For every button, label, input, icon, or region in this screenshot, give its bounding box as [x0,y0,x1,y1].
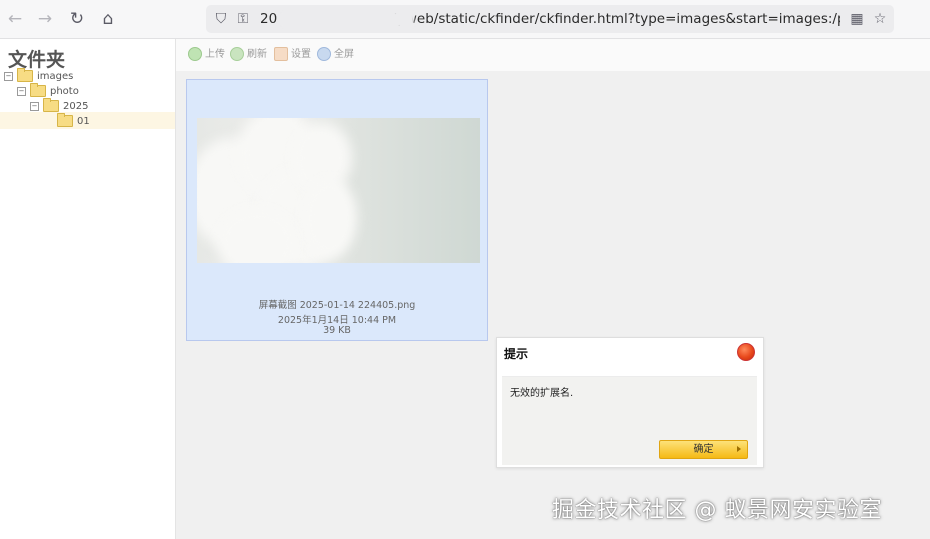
ok-button[interactable]: 确定 [659,440,748,459]
tree-item-label: photo [50,86,79,97]
tree-item-photo[interactable]: − photo [17,83,79,99]
folder-sidebar: 文件夹 − images − photo −2025 01 [0,39,176,539]
settings-pencil-icon [274,47,288,61]
qr-code-icon[interactable]: ▦ [848,10,866,28]
tree-item-2025[interactable]: − 2025 [30,98,89,114]
collapse-toggle-icon[interactable]: − [17,86,26,96]
file-item[interactable]: 屏幕截图 2025-01-14 224405.png 2025年1月14日 10… [186,79,488,341]
shield-icon[interactable]: ⛉ [212,10,230,28]
image-thumbnail[interactable] [197,118,480,263]
collapse-toggle-icon[interactable]: − [30,101,39,111]
tree-item-label: 2025 [63,101,89,112]
watermark-text: 掘金技术社区 @ 蚁景网安实验室 [552,498,882,523]
tree-item-images[interactable]: − images [4,68,74,84]
permissions-icon[interactable]: ⚿ [234,10,252,28]
file-name: 屏幕截图 2025-01-14 224405.png [258,300,416,311]
folder-icon [17,68,33,82]
file-date: 2025年1月14日 10:44 PM [277,315,397,326]
folder-icon [43,98,59,112]
url-redaction [282,12,414,27]
star-icon[interactable]: ☆ [871,10,889,28]
dialog-title: 提示 [504,347,529,361]
folder-icon [30,83,46,97]
dialog-message: 无效的扩展名. [510,388,574,399]
settings-button[interactable]: 设置 [274,47,311,63]
file-size: 39 KB [323,325,351,336]
address-bar[interactable]: ⛉ ⚿ 20 dpweb/static/ckfinder/ckfinder.ht… [206,5,894,33]
file-toolbar: 上传 刷新 设置 全屏 [176,39,930,71]
browser-toolbar: ← → ↻ ⌂ ⛉ ⚿ 20 dpweb/static/ckfinder/ckf… [0,0,930,39]
alert-dialog: 提示 无效的扩展名. 确定 [496,337,764,468]
refresh-button[interactable]: 刷新 [230,47,267,63]
home-icon[interactable]: ⌂ [96,7,120,31]
refresh-icon [230,47,244,61]
tree-item-label: images [37,71,74,82]
collapse-toggle-icon[interactable]: − [4,71,13,81]
dialog-body: 无效的扩展名. 确定 [502,376,757,465]
folder-icon [57,113,73,127]
forward-arrow-icon[interactable]: → [33,7,57,31]
back-arrow-icon[interactable]: ← [3,7,27,31]
tree-item-label: 01 [77,116,90,127]
upload-icon [188,47,202,61]
tree-item-01[interactable]: 01 [57,113,90,129]
fullscreen-globe-icon [317,47,331,61]
reload-icon[interactable]: ↻ [65,7,89,31]
upload-button[interactable]: 上传 [188,47,225,63]
chevron-right-icon [737,446,741,452]
fullscreen-button[interactable]: 全屏 [317,47,354,63]
close-icon[interactable] [737,343,755,361]
